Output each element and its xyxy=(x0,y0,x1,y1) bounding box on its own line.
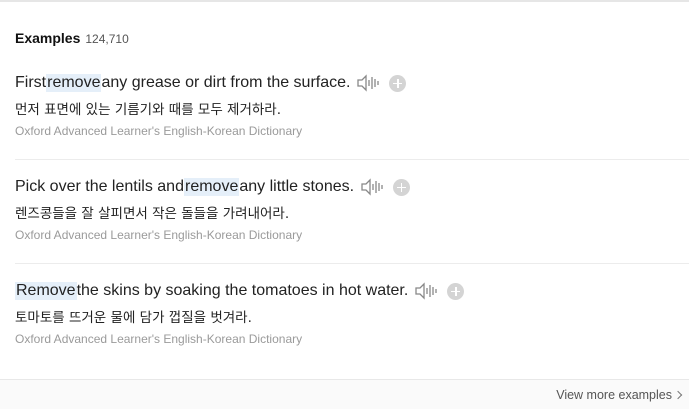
examples-count: 124,710 xyxy=(85,32,129,46)
example-item: Pick over the lentils and remove any lit… xyxy=(15,176,689,244)
highlighted-word: Remove xyxy=(15,282,77,300)
example-translation-ko: 먼저 표면에 있는 기름기와 때를 모두 제거하라. xyxy=(15,102,282,118)
speaker-icon[interactable] xyxy=(414,281,438,301)
speaker-icon[interactable] xyxy=(360,177,384,197)
highlighted-word: remove xyxy=(183,178,240,196)
top-border xyxy=(0,0,689,2)
example-translation-ko: 렌즈콩들을 잘 살피면서 작은 돌들을 가려내어라. xyxy=(15,206,290,222)
sentence-text: Pick over the lentils and xyxy=(15,178,184,195)
example-item: First remove any grease or dirt from the… xyxy=(15,72,689,140)
example-sentence-en: Remove the skins by soaking the tomatoes… xyxy=(15,280,689,302)
examples-header: Examples 124,710 xyxy=(15,30,129,48)
example-sentence-en: Pick over the lentils and remove any lit… xyxy=(15,176,689,198)
chevron-right-icon xyxy=(673,390,683,400)
view-more-examples-link[interactable]: View more examples xyxy=(556,388,683,402)
sentence-text: any little stones. xyxy=(239,178,355,195)
divider xyxy=(15,263,689,264)
example-source: Oxford Advanced Learner's English-Korean… xyxy=(15,228,303,242)
example-source: Oxford Advanced Learner's English-Korean… xyxy=(15,124,303,138)
example-source: Oxford Advanced Learner's English-Korean… xyxy=(15,332,303,346)
sentence-text: First xyxy=(15,74,47,91)
sentence-text: any grease or dirt from the surface. xyxy=(101,74,351,91)
speaker-icon[interactable] xyxy=(356,73,380,93)
add-to-wordbook-icon[interactable] xyxy=(393,178,411,196)
add-to-wordbook-icon[interactable] xyxy=(447,282,465,300)
divider xyxy=(15,159,689,160)
highlighted-word: remove xyxy=(46,74,102,92)
add-to-wordbook-icon[interactable] xyxy=(389,74,407,92)
view-more-label: View more examples xyxy=(556,388,672,402)
examples-footer: View more examples xyxy=(0,379,689,409)
example-sentence-en: First remove any grease or dirt from the… xyxy=(15,72,689,94)
example-translation-ko: 토마토를 뜨거운 물에 담가 껍질을 벗겨라. xyxy=(15,310,252,326)
sentence-text: the skins by soaking the tomatoes in hot… xyxy=(76,282,409,299)
examples-title: Examples xyxy=(15,30,81,46)
example-item: Remove the skins by soaking the tomatoes… xyxy=(15,280,689,348)
